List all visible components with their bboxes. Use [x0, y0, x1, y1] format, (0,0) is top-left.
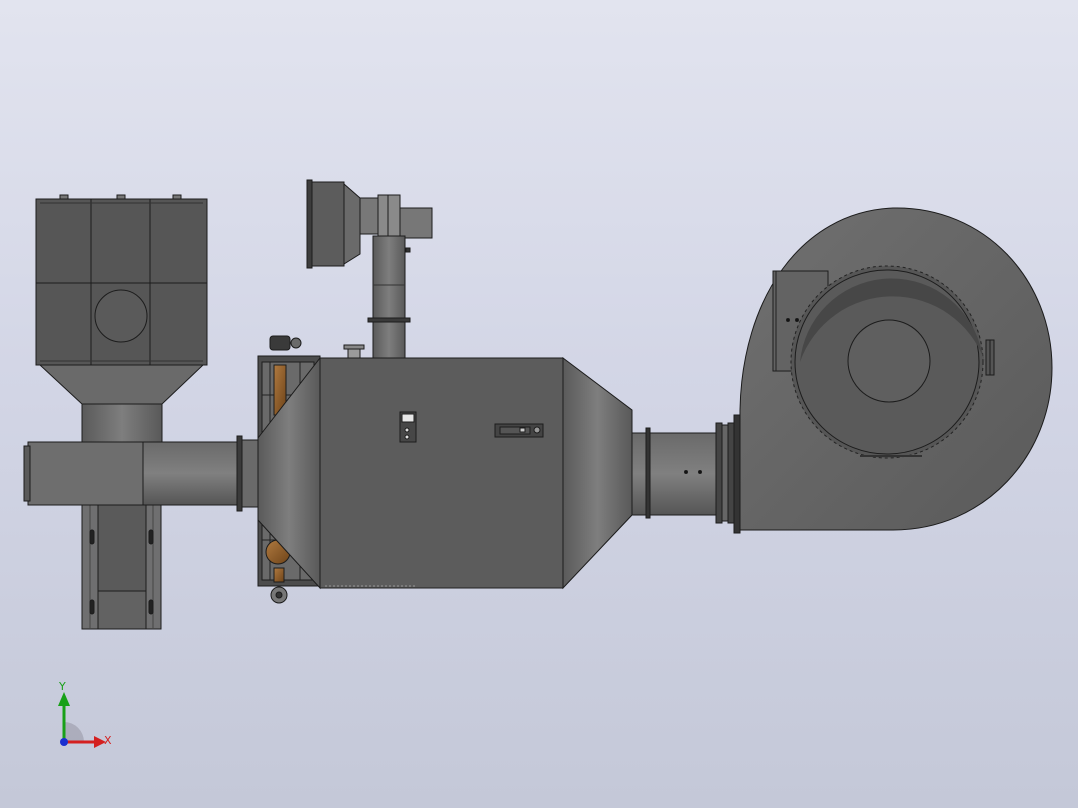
assembly-model[interactable] — [0, 0, 1078, 808]
inlet-duct[interactable] — [23, 435, 259, 512]
connecting-duct[interactable] — [631, 414, 741, 534]
triad-y-label: Y — [58, 680, 66, 693]
triad-x-label: X — [104, 734, 112, 747]
centrifugal-fan[interactable] — [739, 207, 1053, 531]
coordinate-triad: Y X — [58, 680, 112, 748]
filter-housing[interactable] — [35, 194, 208, 366]
triad-y-arrow — [58, 692, 70, 706]
outlet-cone[interactable] — [562, 356, 633, 590]
main-vessel[interactable] — [257, 356, 564, 590]
hopper[interactable] — [38, 364, 205, 443]
support-stand[interactable] — [81, 504, 162, 630]
triad-arc — [64, 722, 84, 742]
cad-viewport[interactable]: Y X — [0, 0, 1078, 808]
triad-z-axis — [60, 738, 68, 746]
exhaust-hood[interactable] — [306, 179, 433, 269]
